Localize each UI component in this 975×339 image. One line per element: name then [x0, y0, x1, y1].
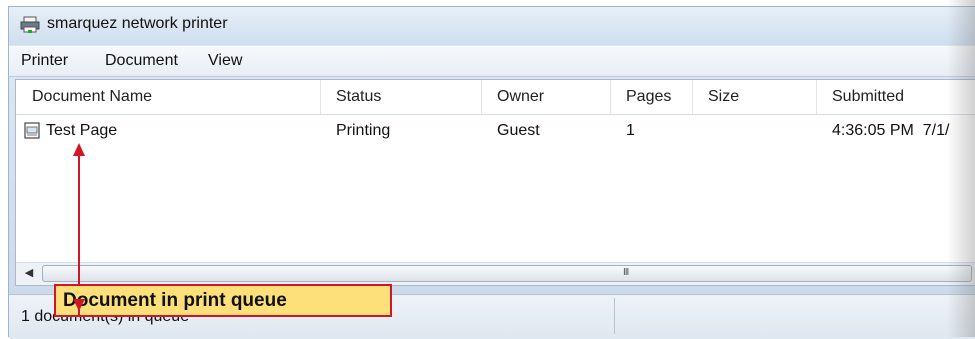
callout-arrows [73, 143, 85, 317]
